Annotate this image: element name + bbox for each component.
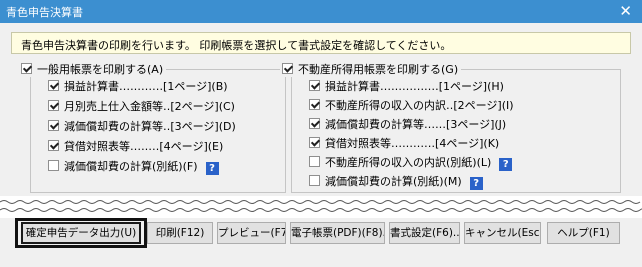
checkbox-d[interactable] xyxy=(48,120,59,131)
checkbox-e[interactable] xyxy=(48,140,59,151)
item-label: 月別売上仕入金額等‥[2ページ](C) xyxy=(64,100,235,113)
item-general-c[interactable]: 月別売上仕入金額等‥[2ページ](C) xyxy=(48,100,235,114)
real-estate-group: 不動産所得用帳票を印刷する(G) 損益計算書‥‥‥‥‥‥‥‥[1ページ](H) … xyxy=(280,63,621,193)
checkbox-k[interactable] xyxy=(309,137,320,148)
item-label: 不動産所得の収入の内訳(別紙)(L) xyxy=(325,156,492,169)
checkbox-h[interactable] xyxy=(309,80,320,91)
item-general-f[interactable]: 減価償却費の計算(別紙)(F)? xyxy=(48,160,219,175)
item-label: 減価償却費の計算(別紙)(F) xyxy=(64,160,198,173)
item-label: 貸借対照表等‥‥‥‥[4ページ](E) xyxy=(64,140,224,153)
help-button[interactable]: ヘルプ(F1) xyxy=(547,222,620,244)
item-label: 不動産所得の収入の内訳‥[2ページ](I) xyxy=(325,99,514,112)
checkbox-l[interactable] xyxy=(309,156,320,167)
title-bar: 青色申告決算書 ✕ xyxy=(0,0,642,23)
item-label: 減価償却費の計算等‥‥‥[3ページ](J) xyxy=(325,118,507,131)
item-re-k[interactable]: 貸借対照表等‥‥‥‥‥‥[4ページ](K) xyxy=(309,137,499,151)
format-settings-button[interactable]: 書式設定(F6)... xyxy=(389,222,460,244)
general-group: 一般用帳票を印刷する(A) 損益計算書‥‥‥‥‥‥[1ページ](B) 月別売上仕… xyxy=(19,63,286,193)
item-label: 損益計算書‥‥‥‥‥‥‥‥[1ページ](H) xyxy=(325,80,504,93)
info-banner: 青色申告決算書の印刷を行います。 印刷帳票を選択して書式設定を確認してください。 xyxy=(11,32,631,54)
item-re-h[interactable]: 損益計算書‥‥‥‥‥‥‥‥[1ページ](H) xyxy=(309,80,504,94)
checkbox-j[interactable] xyxy=(309,118,320,129)
item-general-e[interactable]: 貸借対照表等‥‥‥‥[4ページ](E) xyxy=(48,140,223,154)
checkbox-real-estate[interactable] xyxy=(282,63,293,74)
close-icon[interactable]: ✕ xyxy=(619,2,632,20)
checkbox-m[interactable] xyxy=(309,175,320,186)
print-button[interactable]: 印刷(F12) xyxy=(147,222,213,244)
window-title: 青色申告決算書 xyxy=(6,6,83,19)
help-icon[interactable]: ? xyxy=(469,177,483,190)
item-general-d[interactable]: 減価償却費の計算等‥[3ページ](D) xyxy=(48,120,236,134)
dialog-body: 青色申告決算書の印刷を行います。 印刷帳票を選択して書式設定を確認してください。… xyxy=(0,23,642,196)
torn-edge-divider xyxy=(0,200,642,212)
real-estate-toggle[interactable]: 不動産所得用帳票を印刷する(G) xyxy=(280,63,462,77)
checkbox-i[interactable] xyxy=(309,99,320,110)
general-label: 一般用帳票を印刷する(A) xyxy=(37,63,164,76)
real-estate-label: 不動産所得用帳票を印刷する(G) xyxy=(298,63,459,76)
checkbox-c[interactable] xyxy=(48,100,59,111)
button-bar: 確定申告データ出力(U) 印刷(F12) プレビュー(F7) 電子帳票(PDF)… xyxy=(0,218,642,267)
help-icon[interactable]: ? xyxy=(499,158,513,171)
item-label: 貸借対照表等‥‥‥‥‥‥[4ページ](K) xyxy=(325,137,500,150)
item-label: 減価償却費の計算(別紙)(M) xyxy=(325,175,462,188)
general-toggle[interactable]: 一般用帳票を印刷する(A) xyxy=(19,63,167,77)
preview-button[interactable]: プレビュー(F7) xyxy=(217,222,286,244)
item-re-i[interactable]: 不動産所得の収入の内訳‥[2ページ](I) xyxy=(309,99,514,113)
item-re-j[interactable]: 減価償却費の計算等‥‥‥[3ページ](J) xyxy=(309,118,506,132)
cancel-button[interactable]: キャンセル(Esc) xyxy=(464,222,541,244)
electronic-pdf-button[interactable]: 電子帳票(PDF)(F8)... xyxy=(290,222,385,244)
checkbox-b[interactable] xyxy=(48,80,59,91)
checkbox-general[interactable] xyxy=(21,63,32,74)
info-text: 青色申告決算書の印刷を行います。 印刷帳票を選択して書式設定を確認してください。 xyxy=(21,39,452,52)
item-general-b[interactable]: 損益計算書‥‥‥‥‥‥[1ページ](B) xyxy=(48,80,228,94)
export-data-button[interactable]: 確定申告データ出力(U) xyxy=(21,222,141,244)
item-re-m[interactable]: 減価償却費の計算(別紙)(M)? xyxy=(309,175,483,190)
checkbox-f[interactable] xyxy=(48,160,59,171)
item-label: 減価償却費の計算等‥[3ページ](D) xyxy=(64,120,236,133)
help-icon[interactable]: ? xyxy=(205,162,219,175)
item-label: 損益計算書‥‥‥‥‥‥[1ページ](B) xyxy=(64,80,228,93)
item-re-l[interactable]: 不動産所得の収入の内訳(別紙)(L)? xyxy=(309,156,513,171)
